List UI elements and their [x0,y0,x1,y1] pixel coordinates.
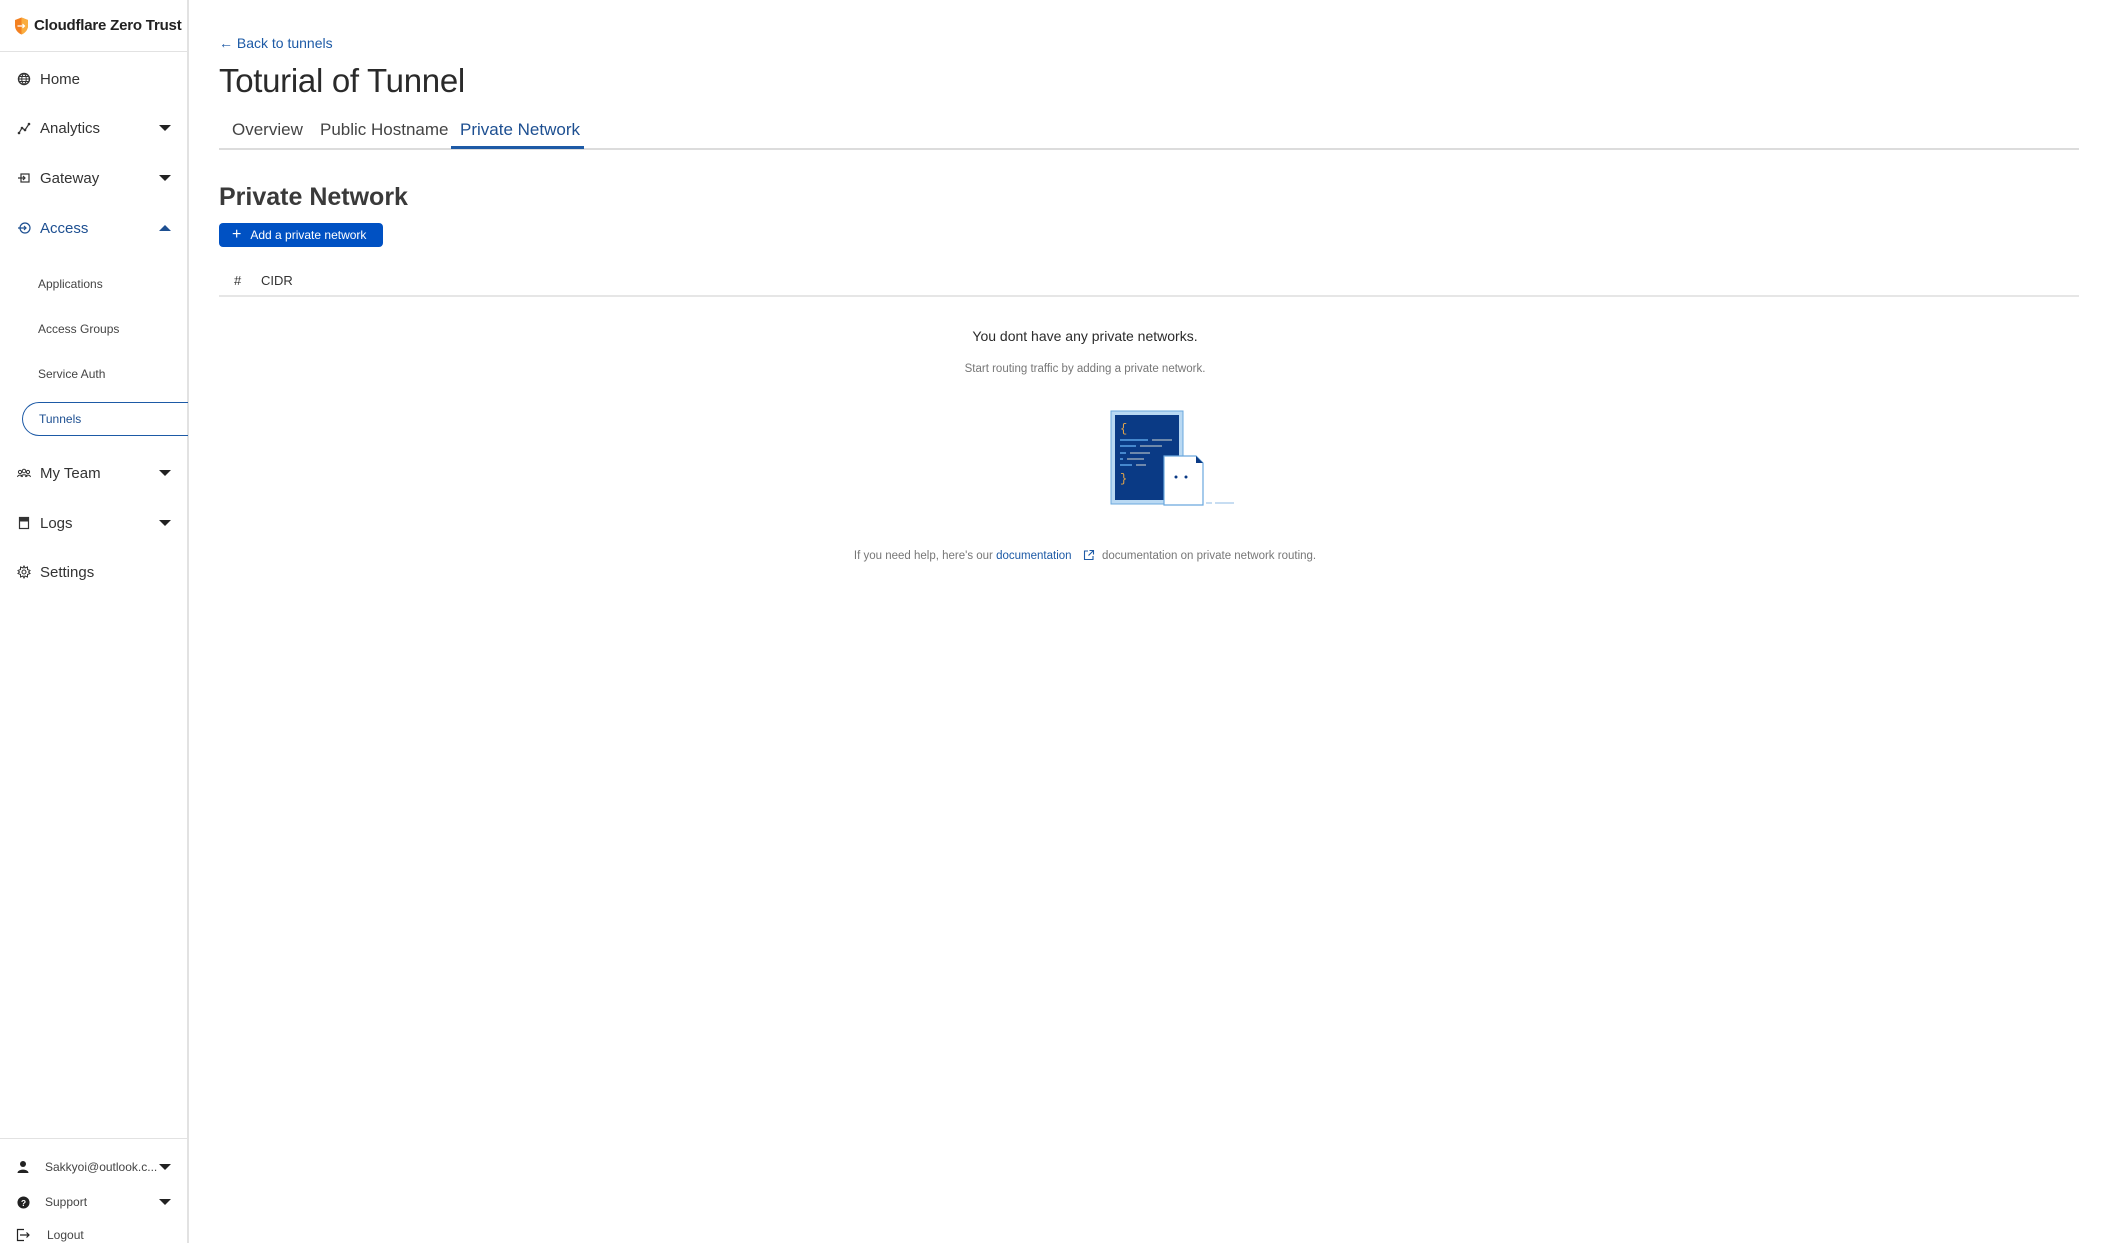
user-icon [16,1160,30,1174]
svg-text:?: ? [20,1197,25,1207]
svg-text:{: { [1120,422,1127,436]
chevron-down-icon[interactable] [159,1199,171,1205]
help-suffix: documentation on private network routing… [1101,550,1317,562]
help-text: If you need help, here's our documentati… [219,549,1951,562]
support-label: Support [45,1195,88,1209]
sidebar-item-my-team[interactable]: My Team [0,456,187,490]
documentation-link[interactable]: documentation [996,550,1071,562]
logout-button[interactable]: Logout [0,1221,187,1243]
logout-icon [16,1228,30,1242]
page-title: Toturial of Tunnel [219,62,465,99]
sidebar-item-settings[interactable]: Settings [0,555,187,589]
chevron-down-icon[interactable] [159,1164,171,1170]
gear-icon [17,565,31,579]
section-title: Private Network [219,183,408,211]
external-link-icon[interactable] [1083,549,1095,561]
empty-state-title: You dont have any private networks. [972,328,1198,344]
team-icon [17,466,31,480]
brand-header[interactable]: Cloudflare Zero Trust [0,0,187,52]
sidebar-item-label: Gateway [40,169,100,187]
logout-label: Logout [47,1228,84,1242]
sidebar: Cloudflare Zero Trust Home Analytics Gat… [0,0,189,1243]
logs-icon [17,516,31,530]
chevron-down-icon[interactable] [159,520,171,526]
sidebar-item-label: My Team [40,464,101,482]
active-tab-indicator [451,146,584,149]
sidebar-subitem-access-groups[interactable]: Access Groups [22,312,188,346]
sidebar-item-label: Analytics [40,119,101,137]
chevron-up-icon[interactable] [159,225,171,231]
sidebar-item-label: Access [40,219,89,237]
chevron-down-icon[interactable] [159,125,171,131]
svg-text:}: } [1120,472,1127,486]
help-icon: ? [16,1195,30,1209]
back-to-tunnels-link[interactable]: ← Back to tunnels [219,35,333,51]
sidebar-subitem-applications[interactable]: Applications [22,267,188,301]
access-icon [17,221,31,235]
tab-private-network[interactable]: Private Network [460,120,580,140]
code-document-illustration: { } [1110,410,1234,506]
sidebar-item-label: Logs [40,514,73,532]
support-menu[interactable]: ? Support [0,1188,187,1216]
tab-overview[interactable]: Overview [232,120,303,140]
add-private-network-button[interactable]: + Add a private network [219,223,383,247]
sidebar-item-access[interactable]: Access [0,211,187,245]
table-header: # CIDR [219,270,2079,297]
column-header-cidr[interactable]: CIDR [261,273,293,288]
analytics-icon [17,121,31,135]
account-menu[interactable]: Sakkyoi@outlook.c... [0,1153,187,1181]
chevron-down-icon[interactable] [159,470,171,476]
sidebar-item-gateway[interactable]: Gateway [0,161,187,195]
sidebar-item-label: Home [40,70,81,88]
globe-icon [17,72,31,86]
sidebar-subitem-service-auth[interactable]: Service Auth [22,357,188,391]
plus-icon: + [232,226,242,243]
column-header-index: # [234,273,242,288]
empty-state-subtitle: Start routing traffic by adding a privat… [964,363,1206,375]
tab-public-hostname[interactable]: Public Hostname [320,120,449,140]
gateway-icon [17,171,31,185]
tab-bar: Overview Public Hostname Private Network [219,113,2079,150]
sidebar-item-label: Settings [40,563,95,581]
brand-name: Cloudflare Zero Trust [34,17,182,34]
help-prefix: If you need help, here's our [853,550,993,562]
sidebar-item-logs[interactable]: Logs [0,506,187,540]
sidebar-item-home[interactable]: Home [0,62,187,96]
account-email: Sakkyoi@outlook.c... [45,1160,158,1174]
sidebar-item-analytics[interactable]: Analytics [0,111,187,145]
chevron-down-icon[interactable] [159,175,171,181]
add-button-label: Add a private network [250,228,367,242]
sidebar-footer: Sakkyoi@outlook.c... ? Support Logout [0,1138,187,1243]
cloudflare-shield-logo-icon [15,17,28,34]
sidebar-subitem-tunnels[interactable]: Tunnels [22,402,188,436]
